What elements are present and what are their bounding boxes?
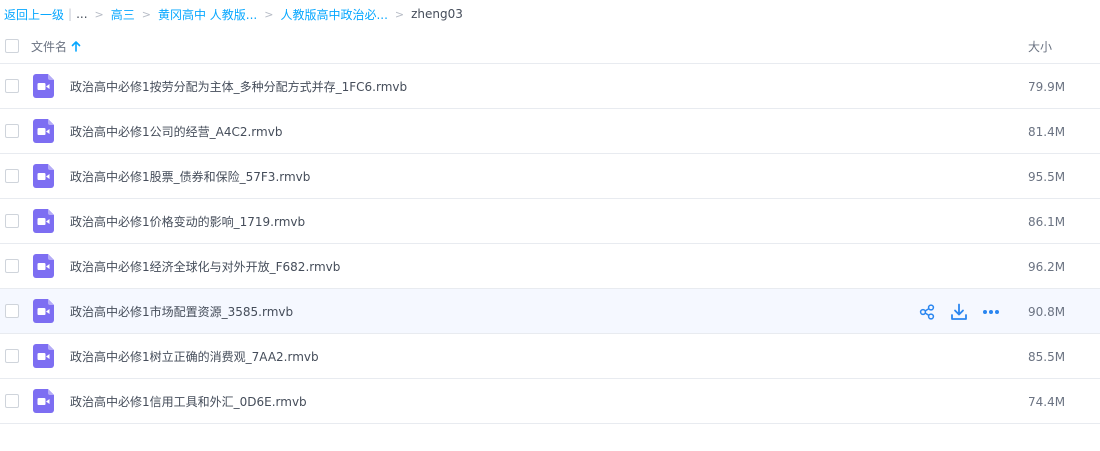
- row-checkbox[interactable]: [5, 169, 19, 183]
- breadcrumb-item-gaosan[interactable]: 高三: [111, 6, 135, 23]
- file-size: 79.9M: [1028, 79, 1066, 94]
- breadcrumb-chevron-icon: >: [141, 7, 151, 21]
- file-row[interactable]: 政治高中必修1按劳分配为主体_多种分配方式并存_1FC6.rmvb 79.9M: [0, 64, 1100, 109]
- more-icon[interactable]: [980, 301, 1002, 323]
- file-name[interactable]: 政治高中必修1价格变动的影响_1719.rmvb: [70, 199, 305, 244]
- file-row[interactable]: 政治高中必修1市场配置资源_3585.rmvb 90.8M: [0, 289, 1100, 334]
- file-table: 文件名 大小 政治高中必修1按劳分配为主体_多种分配方式并存_1FC6.rmvb…: [0, 28, 1100, 424]
- breadcrumb-chevron-icon: >: [394, 7, 405, 21]
- row-checkbox[interactable]: [5, 214, 19, 228]
- table-header: 文件名 大小: [0, 28, 1100, 64]
- breadcrumb-item-huanggang[interactable]: 黄冈高中 人教版...: [158, 6, 257, 23]
- file-row[interactable]: 政治高中必修1股票_债券和保险_57F3.rmvb 95.5M: [0, 154, 1100, 199]
- breadcrumb-ellipsis[interactable]: ...: [76, 7, 87, 21]
- row-checkbox[interactable]: [5, 259, 19, 273]
- video-file-icon: [33, 254, 54, 278]
- arrow-up-icon[interactable]: [71, 40, 81, 52]
- file-size: 96.2M: [1028, 259, 1066, 274]
- file-name[interactable]: 政治高中必修1股票_债券和保险_57F3.rmvb: [70, 154, 310, 199]
- file-row[interactable]: 政治高中必修1树立正确的消费观_7AA2.rmvb 85.5M: [0, 334, 1100, 379]
- share-icon[interactable]: [916, 301, 938, 323]
- video-file-icon: [33, 209, 54, 233]
- file-list: 政治高中必修1按劳分配为主体_多种分配方式并存_1FC6.rmvb 79.9M 政治…: [0, 64, 1100, 424]
- row-checkbox[interactable]: [5, 79, 19, 93]
- row-checkbox[interactable]: [5, 304, 19, 318]
- file-name[interactable]: 政治高中必修1市场配置资源_3585.rmvb: [70, 289, 293, 334]
- row-checkbox[interactable]: [5, 394, 19, 408]
- file-row[interactable]: 政治高中必修1经济全球化与对外开放_F682.rmvb 96.2M: [0, 244, 1100, 289]
- name-column-header[interactable]: 文件名: [31, 28, 81, 64]
- file-size: 86.1M: [1028, 214, 1066, 229]
- video-file-icon: [33, 344, 54, 368]
- select-all-checkbox[interactable]: [5, 38, 19, 53]
- video-file-icon: [33, 74, 54, 98]
- file-name[interactable]: 政治高中必修1公司的经营_A4C2.rmvb: [70, 109, 282, 154]
- file-size: 90.8M: [1028, 304, 1066, 319]
- size-column-header[interactable]: 大小: [1028, 28, 1052, 64]
- breadcrumb-chevron-icon: >: [264, 7, 274, 21]
- row-checkbox[interactable]: [5, 124, 19, 138]
- file-name[interactable]: 政治高中必修1信用工具和外汇_0D6E.rmvb: [70, 379, 307, 424]
- breadcrumb-chevron-icon: >: [94, 7, 104, 21]
- file-row[interactable]: 政治高中必修1价格变动的影响_1719.rmvb 86.1M: [0, 199, 1100, 244]
- file-size: 85.5M: [1028, 349, 1066, 364]
- video-file-icon: [33, 164, 54, 188]
- video-file-icon: [33, 389, 54, 413]
- file-name[interactable]: 政治高中必修1按劳分配为主体_多种分配方式并存_1FC6.rmvb: [70, 64, 407, 109]
- back-link[interactable]: 返回上一级: [4, 6, 64, 23]
- breadcrumb: 返回上一级 | ... > 高三 > 黄冈高中 人教版... > 人教版高中政治…: [4, 0, 463, 28]
- name-column-label: 文件名: [31, 39, 68, 54]
- row-actions: [916, 289, 1012, 334]
- file-name[interactable]: 政治高中必修1树立正确的消费观_7AA2.rmvb: [70, 334, 319, 379]
- file-name[interactable]: 政治高中必修1经济全球化与对外开放_F682.rmvb: [70, 244, 340, 289]
- video-file-icon: [33, 299, 54, 323]
- breadcrumb-current: zheng03: [411, 7, 463, 21]
- breadcrumb-separator: |: [68, 7, 73, 21]
- file-size: 95.5M: [1028, 169, 1066, 184]
- file-row[interactable]: 政治高中必修1信用工具和外汇_0D6E.rmvb 74.4M: [0, 379, 1100, 424]
- file-row[interactable]: 政治高中必修1公司的经营_A4C2.rmvb 81.4M: [0, 109, 1100, 154]
- row-checkbox[interactable]: [5, 349, 19, 363]
- download-icon[interactable]: [948, 301, 970, 323]
- file-size: 81.4M: [1028, 124, 1066, 139]
- file-size: 74.4M: [1028, 394, 1066, 409]
- breadcrumb-item-renjiaoban[interactable]: 人教版高中政治必...: [280, 6, 387, 23]
- video-file-icon: [33, 119, 54, 143]
